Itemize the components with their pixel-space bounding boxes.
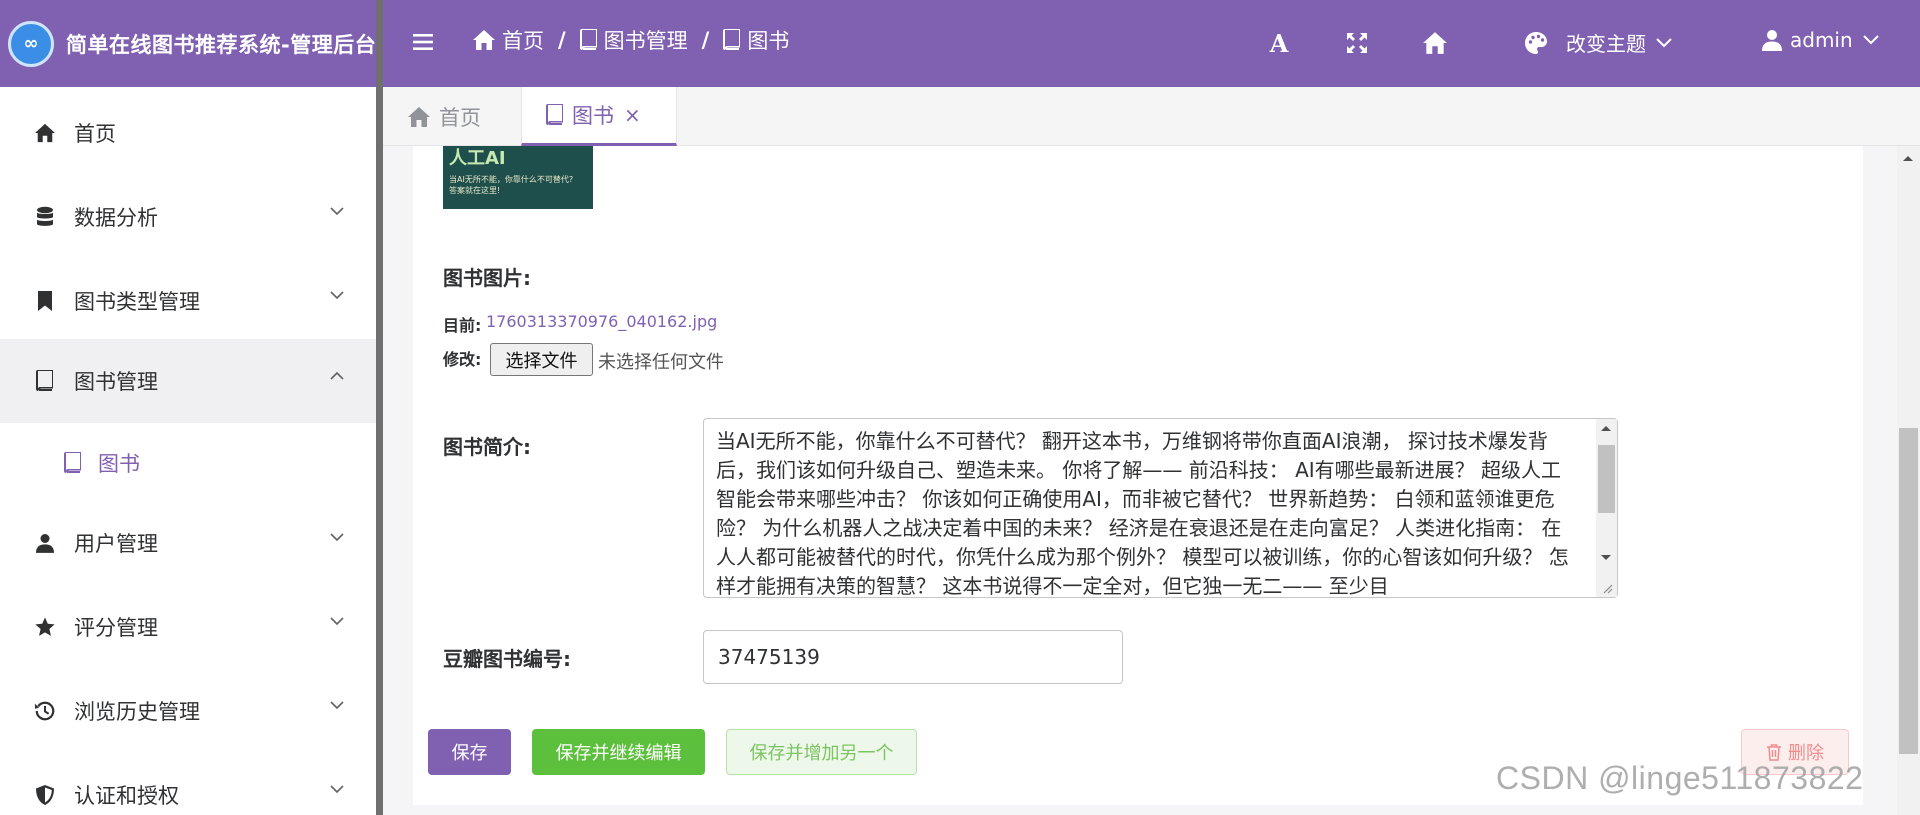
breadcrumb-label: 图书 (747, 29, 790, 53)
chevron-up-icon (330, 371, 344, 380)
tab-label: 首页 (439, 105, 481, 130)
scroll-up-arrow-icon[interactable] (1600, 424, 1612, 432)
home-icon (408, 106, 430, 127)
book-icon (64, 452, 81, 473)
app-title: 简单在线图书推荐系统-管理后台 (66, 32, 377, 57)
breadcrumb-item-book-management[interactable]: 图书管理 (579, 25, 688, 55)
theme-switcher[interactable]: 改变主题 (1524, 28, 1672, 57)
description-field-label: 图书简介: (443, 435, 531, 459)
sidebar-item-home[interactable]: 首页 (0, 91, 376, 175)
app-logo: ∞ (8, 20, 54, 67)
breadcrumb: 首页 / 图书管理 / 图书 (472, 25, 789, 55)
bookmark-icon (32, 288, 58, 314)
chevron-down-icon (330, 207, 344, 216)
tab-book[interactable]: 图书 × (521, 87, 677, 146)
sidebar-item-label: 认证和授权 (74, 784, 179, 808)
book-icon (32, 368, 58, 394)
tab-bar: 首页 图书 × (383, 87, 1920, 146)
user-icon (32, 530, 58, 556)
sidebar-item-label: 图书类型管理 (74, 290, 200, 314)
palette-icon (1525, 31, 1547, 54)
watermark: CSDN @linge511873822 (1496, 760, 1864, 796)
current-file-label: 目前: (443, 316, 482, 335)
font-size-icon[interactable]: A (1266, 29, 1292, 58)
image-field-label: 图书图片: (443, 266, 531, 290)
sidebar: 首页 数据分析 图书类型管理 图书管理 图书 用户管理 评分管理 浏览历史管理 … (0, 87, 376, 815)
chevron-down-icon (1656, 37, 1672, 47)
douban-id-input[interactable]: 37475139 (703, 630, 1123, 684)
sidebar-item-book-management[interactable]: 图书管理 (0, 339, 376, 423)
menu-toggle-icon[interactable] (413, 29, 435, 59)
sidebar-item-label: 数据分析 (74, 206, 158, 230)
resize-handle-icon[interactable] (1601, 582, 1613, 594)
sidebar-item-data-analysis[interactable]: 数据分析 (0, 175, 376, 259)
tab-label: 图书 (572, 104, 614, 128)
sidebar-item-label: 浏览历史管理 (74, 700, 200, 724)
user-menu[interactable]: admin (1762, 28, 1879, 52)
save-continue-button[interactable]: 保存并继续编辑 (532, 729, 705, 775)
breadcrumb-separator: / (558, 28, 566, 52)
top-header: ∞ 简单在线图书推荐系统-管理后台 首页 / 图书管理 / 图书 A 改变主题 … (0, 0, 1920, 87)
choose-file-button[interactable]: 选择文件 (490, 343, 593, 376)
book-cover-image: 人工AI 当AI无所不能，你靠什么不可替代? 答案就在这里! (443, 146, 593, 209)
sidebar-item-users[interactable]: 用户管理 (0, 501, 376, 585)
cover-line: 当AI无所不能，你靠什么不可替代? (449, 175, 574, 184)
sidebar-subitem-book[interactable]: 图书 (0, 423, 376, 503)
page-scroll-thumb[interactable] (1899, 428, 1918, 754)
breadcrumb-label: 首页 (502, 29, 544, 53)
user-icon (1762, 30, 1782, 51)
chevron-down-icon (330, 291, 344, 300)
save-add-another-button[interactable]: 保存并增加另一个 (726, 729, 917, 775)
breadcrumb-item-book: 图书 (723, 25, 789, 55)
scroll-up-arrow-icon[interactable] (1902, 154, 1914, 162)
sidebar-item-ratings[interactable]: 评分管理 (0, 585, 376, 669)
change-file-label: 修改: (443, 350, 482, 369)
save-button[interactable]: 保存 (428, 729, 511, 775)
brand[interactable]: ∞ 简单在线图书推荐系统-管理后台 (0, 0, 378, 87)
textarea-scroll-thumb[interactable] (1598, 445, 1615, 513)
breadcrumb-separator: / (701, 28, 710, 52)
star-icon (32, 614, 58, 640)
theme-label: 改变主题 (1566, 32, 1646, 56)
sidebar-item-label: 用户管理 (74, 532, 158, 556)
breadcrumb-item-home[interactable]: 首页 (472, 25, 544, 55)
breadcrumb-label: 图书管理 (603, 29, 688, 53)
user-label: admin (1790, 28, 1853, 52)
shield-icon (32, 782, 58, 808)
description-textarea[interactable]: 当AI无所不能，你靠什么不可替代？ 翻开这本书，万维钢将带你直面AI浪潮， 探讨… (703, 418, 1618, 598)
chevron-down-icon (330, 533, 344, 542)
book-icon (579, 29, 597, 50)
book-icon (723, 29, 741, 50)
chevron-down-icon (330, 785, 344, 794)
close-icon[interactable]: × (624, 103, 641, 127)
chevron-down-icon (330, 617, 344, 626)
current-file-link[interactable]: 1760313370976_040162.jpg (486, 312, 717, 331)
book-icon (546, 104, 563, 125)
sidebar-divider[interactable] (376, 0, 383, 815)
home-shortcut-icon[interactable] (1422, 30, 1448, 56)
sidebar-item-label: 图书管理 (74, 370, 158, 394)
history-icon (32, 698, 58, 724)
app-root: ∞ 简单在线图书推荐系统-管理后台 首页 / 图书管理 / 图书 A 改变主题 … (0, 0, 1920, 815)
home-icon (32, 120, 58, 146)
cover-title: 人工AI (449, 148, 506, 169)
sidebar-subitem-label: 图书 (98, 452, 140, 476)
cover-line: 答案就在这里! (449, 186, 501, 195)
fullscreen-icon[interactable] (1344, 30, 1370, 56)
trash-icon (1767, 744, 1781, 761)
sidebar-item-label: 首页 (74, 122, 116, 146)
home-icon (473, 30, 495, 50)
sidebar-item-label: 评分管理 (74, 616, 158, 640)
sidebar-item-auth[interactable]: 认证和授权 (0, 753, 376, 815)
chevron-down-icon (330, 701, 344, 710)
tab-home[interactable]: 首页 (383, 87, 521, 146)
sidebar-item-history[interactable]: 浏览历史管理 (0, 669, 376, 753)
scroll-down-arrow-icon[interactable] (1600, 554, 1612, 562)
chevron-down-icon (1862, 35, 1879, 45)
no-file-text: 未选择任何文件 (598, 352, 724, 373)
sidebar-item-book-types[interactable]: 图书类型管理 (0, 259, 376, 343)
database-icon (32, 204, 58, 230)
douban-field-label: 豆瓣图书编号: (443, 647, 571, 671)
